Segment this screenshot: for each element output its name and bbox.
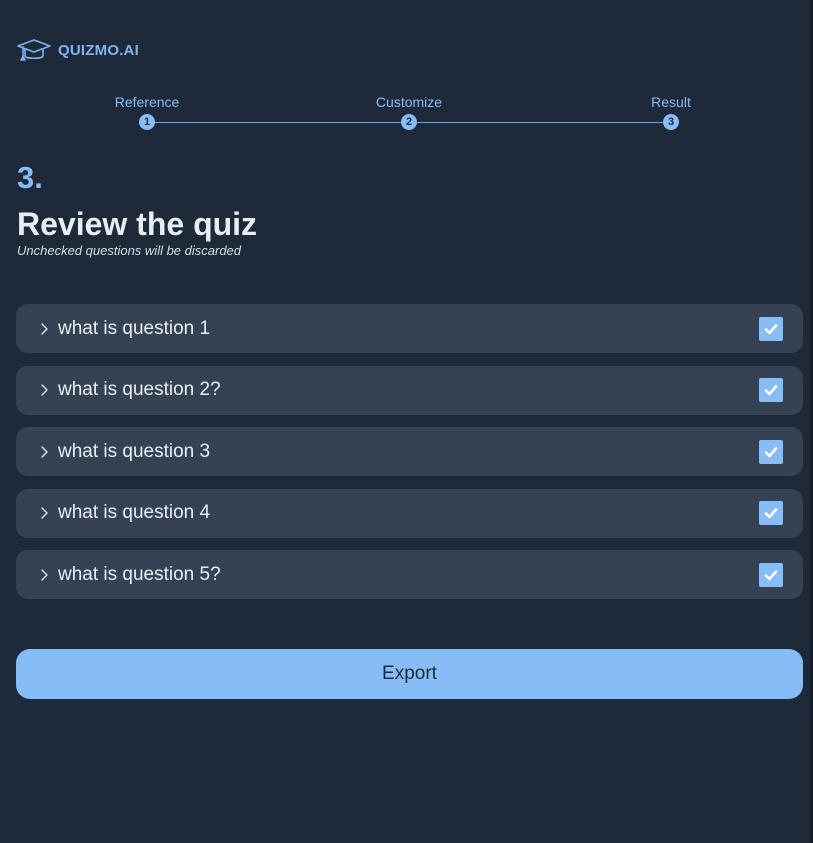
checkmark-icon [764, 508, 778, 519]
brand-name: QUIZMO.AI [58, 41, 139, 59]
chevron-right-icon [41, 322, 48, 335]
question-item[interactable]: what is question 3 [16, 427, 803, 477]
question-item[interactable]: what is question 5? [16, 550, 803, 600]
progress-stepper: Reference 1 Customize 2 Result 3 [0, 92, 813, 136]
chevron-right-icon [41, 569, 48, 581]
question-text: what is question 2? [58, 379, 221, 401]
step-number-badge: 3 [663, 114, 679, 130]
question-text: what is question 4 [58, 502, 211, 524]
page-subtitle: Unchecked questions will be discarded [17, 243, 242, 258]
question-checkbox[interactable] [759, 439, 783, 464]
question-text: what is question 3 [58, 440, 211, 462]
question-checkbox[interactable] [759, 316, 783, 341]
step-result[interactable]: Result 3 [611, 92, 731, 130]
question-checkbox[interactable] [759, 562, 783, 587]
step-number-badge: 2 [401, 114, 417, 130]
checkmark-icon [764, 385, 778, 396]
step-number-badge: 1 [139, 114, 155, 130]
step-reference[interactable]: Reference 1 [87, 92, 207, 130]
step-label: Result [651, 94, 691, 110]
question-text: what is question 1 [58, 317, 211, 339]
chevron-right-icon [41, 445, 48, 458]
brand: QUIZMO.AI [16, 36, 139, 64]
graduation-cap-icon [17, 39, 51, 61]
checkmark-icon [764, 570, 778, 581]
step-label: Customize [375, 94, 443, 110]
export-button[interactable]: Export [16, 649, 803, 699]
question-checkbox[interactable] [759, 378, 783, 403]
step-customize[interactable]: Customize 2 [349, 92, 469, 130]
question-list: what is question 1 what is question 2? w… [16, 304, 803, 612]
chevron-right-icon [41, 384, 48, 396]
step-label: Reference [114, 94, 180, 110]
page-title: Review the quiz [17, 206, 258, 242]
question-item[interactable]: what is question 4 [16, 488, 803, 538]
question-text: what is question 5? [58, 563, 221, 585]
question-item[interactable]: what is question 2? [16, 365, 803, 415]
chevron-right-icon [41, 507, 48, 519]
checkmark-icon [764, 446, 778, 457]
step-number-heading: 3. [17, 160, 43, 195]
question-checkbox[interactable] [759, 501, 783, 526]
checkmark-icon [764, 323, 778, 334]
question-item[interactable]: what is question 1 [16, 304, 803, 353]
